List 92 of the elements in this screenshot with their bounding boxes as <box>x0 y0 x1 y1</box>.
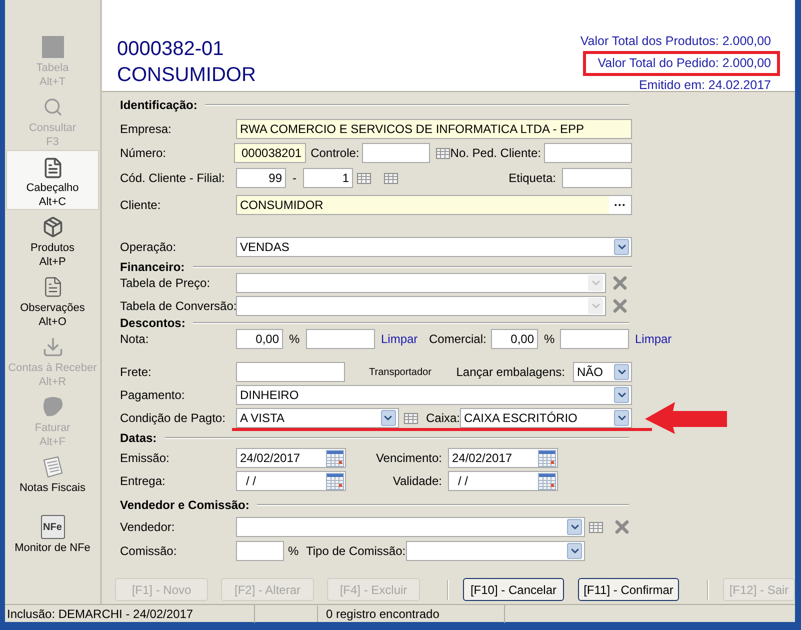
status-text: 0 registro encontrado <box>318 604 505 622</box>
field-label: Frete: <box>120 364 152 381</box>
field-label: Etiqueta: <box>508 170 556 187</box>
field-label: Vencimento: <box>376 450 442 467</box>
input-field[interactable]: 000038201 <box>234 143 306 163</box>
field-label: Comercial: <box>429 331 488 348</box>
field-label: Vendedor: <box>120 519 176 536</box>
header-total: Valor Total dos Produtos: 2.000,00 <box>580 34 771 48</box>
percent-sign: % <box>287 543 300 560</box>
field-label: Tipo de Comissão: <box>306 543 406 560</box>
calendar-icon[interactable] <box>326 472 344 490</box>
grid-icon[interactable] <box>357 172 371 184</box>
input-field[interactable] <box>544 143 632 163</box>
dropdown[interactable] <box>406 541 585 561</box>
lookup-button[interactable]: ··· <box>609 196 631 214</box>
field-label: Transportador <box>369 366 432 380</box>
field-label: Nota: <box>120 331 150 348</box>
field-label: Controle: <box>310 145 360 162</box>
sidebar-item[interactable]: Observações Alt+O <box>6 270 99 330</box>
percent-sign: % <box>288 331 301 348</box>
field-label: Empresa: <box>120 121 172 138</box>
header-total: Emitido em: 24.02.2017 <box>638 78 771 92</box>
input-field[interactable] <box>236 362 345 382</box>
sidebar-item[interactable]: Notas Fiscais <box>6 450 99 510</box>
separator-dash: - <box>292 170 298 187</box>
field-label: Validade: <box>392 473 442 490</box>
header-total: Valor Total do Pedido: 2.000,00 <box>598 56 771 70</box>
input-field[interactable]: 0,00 <box>236 329 283 349</box>
search-icon <box>42 97 62 117</box>
blob-icon <box>40 396 64 418</box>
input-field[interactable] <box>236 541 284 561</box>
square-icon <box>42 36 64 58</box>
section-title: Financeiro: <box>120 258 185 276</box>
field-label: Comissão: <box>120 543 178 560</box>
input-field[interactable] <box>562 168 632 188</box>
section-title: Datas: <box>120 430 157 446</box>
nfe-icon: NFe <box>40 515 64 539</box>
sidebar-item[interactable]: Cabeçalho Alt+C <box>6 150 99 210</box>
download-icon <box>42 336 64 358</box>
date-field[interactable]: / / <box>448 471 558 491</box>
package-icon <box>42 216 64 238</box>
input-field[interactable] <box>362 143 430 163</box>
dropdown[interactable] <box>236 517 585 537</box>
field-label: Pagamento: <box>120 387 186 404</box>
field-label: Lançar embalagens: <box>456 364 565 381</box>
calendar-icon[interactable] <box>326 450 344 466</box>
field-label: Operação: <box>120 239 178 256</box>
field-label: No. Ped. Cliente: <box>450 145 541 162</box>
grid-icon[interactable] <box>436 148 450 158</box>
input-field[interactable] <box>306 329 375 349</box>
input-field[interactable]: 1 <box>303 168 353 188</box>
field-label: Cód. Cliente - Filial: <box>120 170 226 187</box>
dropdown[interactable]: NÃO <box>573 362 632 382</box>
notes-icon <box>40 455 64 479</box>
field-label: Tabela de Preço: <box>120 275 212 292</box>
action-button[interactable]: [F10] - Cancelar <box>463 578 564 601</box>
date-field[interactable]: 24/02/2017 <box>236 448 346 468</box>
date-field[interactable]: / / <box>236 471 346 491</box>
input-field[interactable]: 99 <box>236 168 286 188</box>
section-title: Descontos: <box>120 314 186 332</box>
field-label: Cliente: <box>120 197 162 214</box>
clear-link[interactable]: Limpar <box>381 330 429 348</box>
section-title: Identificação: <box>120 96 198 114</box>
grid-icon[interactable] <box>384 172 398 184</box>
sidebar-item[interactable]: NFe Monitor de NFe <box>6 510 99 570</box>
field-label: Tabela de Conversão: <box>120 298 236 315</box>
date-field[interactable]: 24/02/2017 <box>448 448 558 468</box>
clear-link[interactable]: Limpar <box>635 330 672 348</box>
input-field[interactable] <box>560 329 629 349</box>
order-number: 0000382-01 <box>117 37 225 61</box>
field-label: Condição de Pagto: <box>120 410 226 427</box>
field-label: Emissão: <box>120 450 170 467</box>
percent-sign: % <box>543 331 556 348</box>
sidebar-item[interactable]: Produtos Alt+P <box>6 210 99 270</box>
status-text: Inclusão: DEMARCHI - 24/02/2017 <box>5 604 255 622</box>
field-label: Entrega: <box>120 473 166 490</box>
input-field[interactable]: 0,00 <box>491 329 538 349</box>
dropdown[interactable]: VENDAS <box>236 237 632 257</box>
section-title: Vendedor e Comissão: <box>120 496 250 514</box>
grid-icon[interactable] <box>589 522 603 532</box>
field-label: Número: <box>120 145 168 162</box>
action-button[interactable]: [F11] - Confirmar <box>578 578 679 601</box>
dropdown[interactable]: A VISTA <box>236 408 399 428</box>
dropdown[interactable]: DINHEIRO <box>236 385 632 405</box>
grid-icon[interactable] <box>404 412 418 424</box>
dropdown[interactable]: CAIXA ESCRITÓRIO <box>460 408 632 428</box>
input-field[interactable]: RWA COMERCIO E SERVICOS DE INFORMATICA LTDA - EPP <box>236 119 632 139</box>
calendar-icon[interactable] <box>538 450 556 466</box>
customer-name: CONSUMIDOR <box>117 63 256 87</box>
field-label: Caixa: <box>426 410 460 427</box>
calendar-icon[interactable] <box>538 472 556 490</box>
input-field[interactable]: CONSUMIDOR ··· <box>236 195 632 215</box>
